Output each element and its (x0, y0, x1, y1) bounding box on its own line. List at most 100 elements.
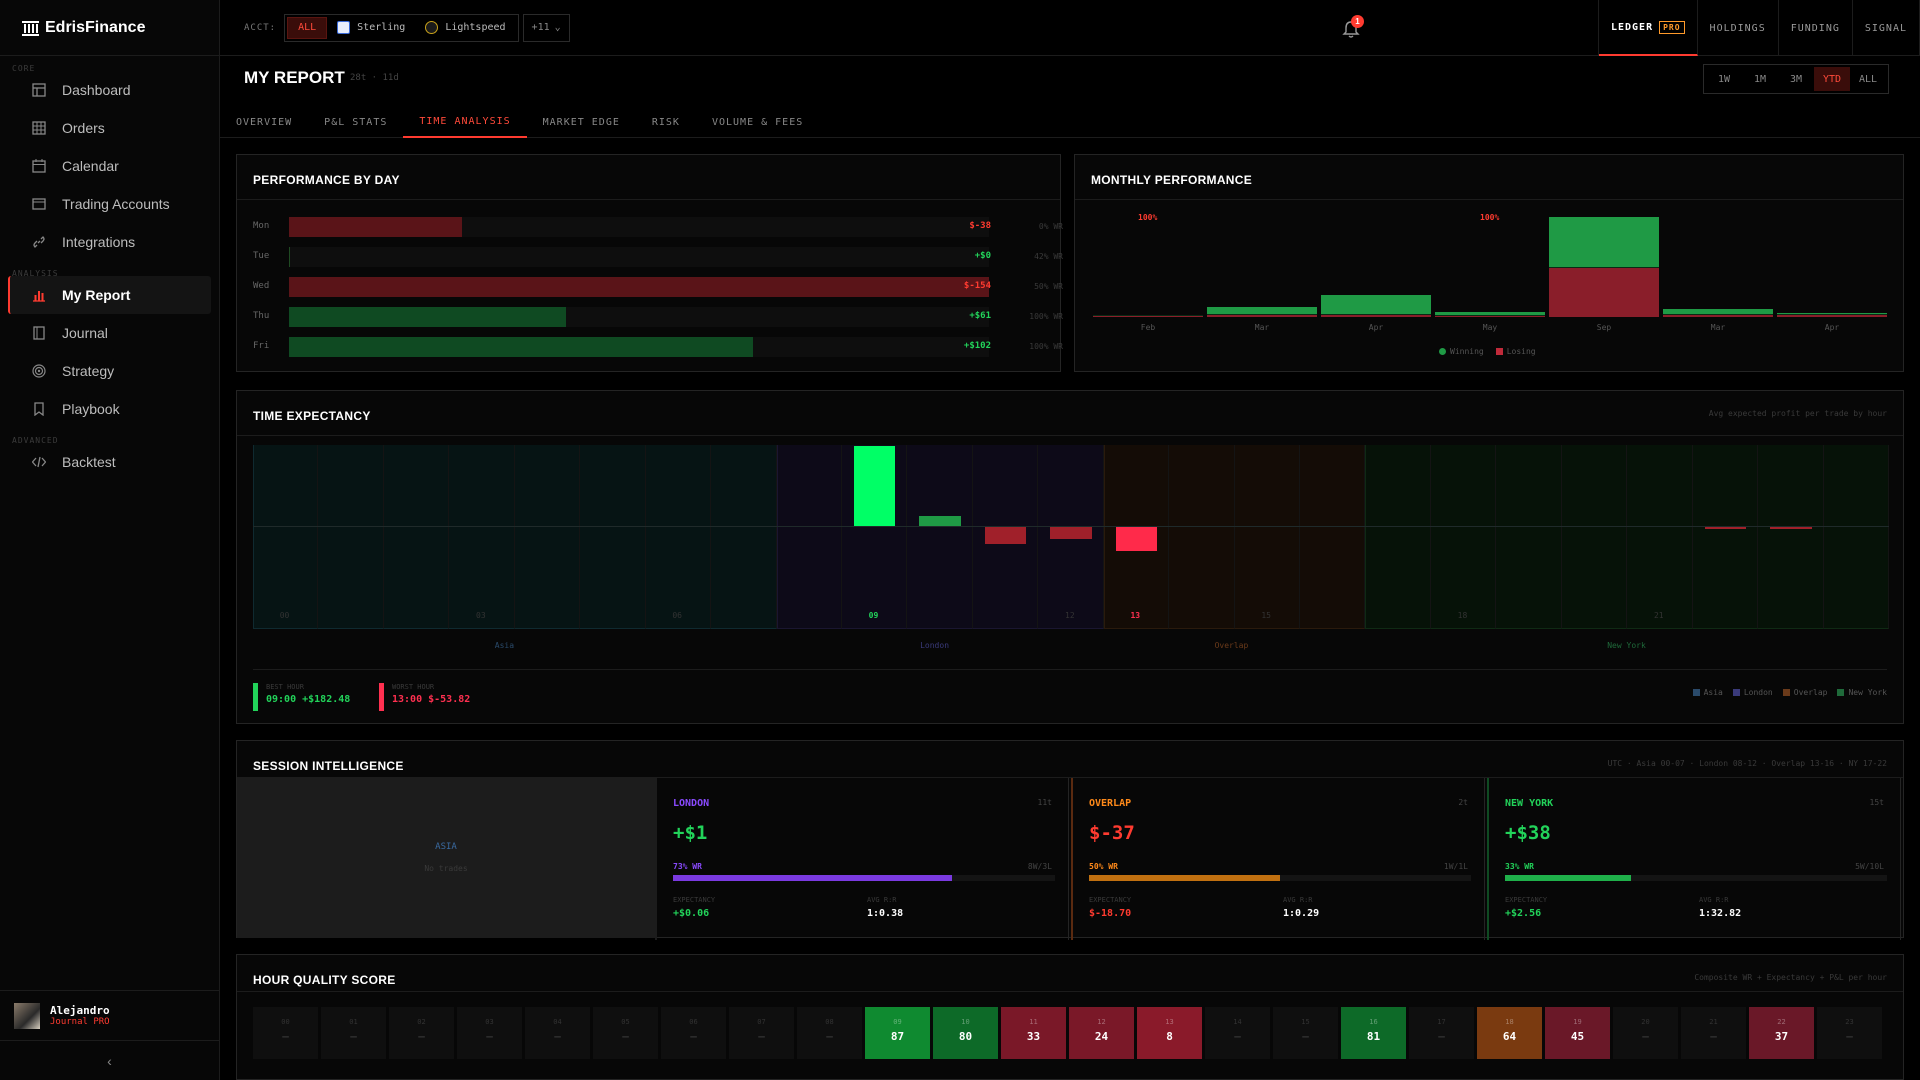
session-card-new-york[interactable]: NEW YORK 15t +$38 33% WR 5W/10L EXPECTANCY AVG… (1487, 778, 1901, 940)
day-label: Tue (253, 251, 270, 261)
hour-quality-cell[interactable]: 20 — (1613, 1007, 1678, 1059)
hour-quality-score: 80 (958, 1030, 973, 1043)
hour-quality-cell[interactable]: 16 81 (1341, 1007, 1406, 1059)
session-win-loss: 8W/3L (1027, 862, 1052, 871)
hour-column (1561, 445, 1628, 629)
month-label: May (1482, 323, 1498, 332)
tab-risk[interactable]: RISK (636, 106, 696, 138)
bookmark-icon (34, 402, 44, 416)
sidebar-item-dashboard[interactable]: Dashboard (8, 71, 211, 109)
hour-quality-cell[interactable]: 10 80 (933, 1007, 998, 1059)
hour-quality-cell[interactable]: 04 — (525, 1007, 590, 1059)
sidebar-item-trading-accounts[interactable]: Trading Accounts (8, 185, 211, 223)
day-label: Wed (253, 281, 270, 291)
hour-quality-hour: 09 (893, 1018, 902, 1026)
hour-quality-cell[interactable]: 18 64 (1477, 1007, 1542, 1059)
hour-quality-score: — (758, 1030, 765, 1043)
tab-market-edge[interactable]: MARKET EDGE (527, 106, 636, 138)
account-chip-lightspeed[interactable]: Lightspeed (415, 17, 515, 39)
brand[interactable]: EdrisFinance (0, 0, 219, 56)
sidebar-item-label: Trading Accounts (62, 196, 170, 212)
sidebar-nav: CORE Dashboard Orders Calendar Trading Accou… (0, 56, 219, 481)
topnav-funding[interactable]: FUNDING (1779, 0, 1853, 56)
hour-quality-cell[interactable]: 22 37 (1749, 1007, 1814, 1059)
month-label: Sep (1596, 323, 1612, 332)
session-winrate-bar (673, 875, 1055, 881)
tab-overview[interactable]: OVERVIEW (220, 106, 308, 138)
panel-title: TIME EXPECTANCY (253, 409, 371, 423)
account-chip-all[interactable]: ALL (287, 16, 328, 39)
hour-quality-cell[interactable]: 17 — (1409, 1007, 1474, 1059)
month-label: Mar (1254, 323, 1270, 332)
hour-quality-cell[interactable]: 19 45 (1545, 1007, 1610, 1059)
sidebar-item-my-report[interactable]: My Report (8, 276, 211, 314)
hour-quality-cell[interactable]: 12 24 (1069, 1007, 1134, 1059)
sidebar-item-calendar[interactable]: Calendar (8, 147, 211, 185)
hour-quality-hour: 21 (1709, 1018, 1718, 1026)
account-selector: ALL Sterling Lightspeed (284, 13, 519, 42)
hour-quality-cell[interactable]: 03 — (457, 1007, 522, 1059)
hour-quality-cell[interactable]: 15 — (1273, 1007, 1338, 1059)
sidebar-item-integrations[interactable]: Integrations (8, 223, 211, 261)
hour-quality-cell[interactable]: 00 — (253, 1007, 318, 1059)
more-accounts-dropdown[interactable]: +11 ⌄ (522, 13, 570, 42)
hour-quality-cell[interactable]: 14 — (1205, 1007, 1270, 1059)
hour-quality-hour: 11 (1029, 1018, 1038, 1026)
hour-quality-cell[interactable]: 11 33 (1001, 1007, 1066, 1059)
code-icon (32, 456, 46, 468)
hour-bar (984, 527, 1027, 544)
range-1m[interactable]: 1M (1742, 67, 1778, 91)
hour-quality-cell[interactable]: 01 — (321, 1007, 386, 1059)
day-track (289, 217, 989, 237)
panel-subtitle: Avg expected profit per trade by hour (1708, 409, 1887, 418)
hour-quality-cell[interactable]: 09 87 (865, 1007, 930, 1059)
range-3m[interactable]: 3M (1778, 67, 1814, 91)
session-legend: Asia London Overlap New York (1692, 688, 1887, 697)
day-bar (289, 277, 989, 297)
account-chip-sterling[interactable]: Sterling (327, 17, 415, 39)
hour-quality-cell[interactable]: 02 — (389, 1007, 454, 1059)
worst-hour-label: WORST HOUR (392, 683, 435, 691)
sidebar-item-label: My Report (62, 287, 131, 303)
user-profile[interactable]: Alejandro Journal PRO (0, 990, 219, 1040)
hour-quality-cell[interactable]: 06 — (661, 1007, 726, 1059)
session-card-asia[interactable]: ASIA No trades (237, 778, 655, 938)
hour-quality-cell[interactable]: 21 — (1681, 1007, 1746, 1059)
tab-p-l-stats[interactable]: P&L STATS (308, 106, 403, 138)
sidebar-item-backtest[interactable]: Backtest (8, 443, 211, 481)
sidebar-item-orders[interactable]: Orders (8, 109, 211, 147)
hour-column (514, 445, 581, 629)
worst-hour: WORST HOUR 13:00 $-53.82 (379, 683, 470, 711)
hour-quality-cell[interactable]: 08 — (797, 1007, 862, 1059)
hour-quality-cell[interactable]: 07 — (729, 1007, 794, 1059)
session-card-london[interactable]: LONDON 11t +$1 73% WR 8W/3L EXPECTANCY AVG R:R… (655, 778, 1069, 940)
day-winrate: 100% WR (1029, 342, 1063, 351)
account-chip-label: Lightspeed (445, 22, 506, 33)
hour-quality-cell[interactable]: 05 — (593, 1007, 658, 1059)
sidebar-item-strategy[interactable]: Strategy (8, 352, 211, 390)
range-1w[interactable]: 1W (1706, 67, 1742, 91)
session-card-overlap[interactable]: OVERLAP 2t $-37 50% WR 1W/1L EXPECTANCY AVG R:… (1071, 778, 1485, 940)
time-expectancy-panel: TIME EXPECTANCY Avg expected profit per … (236, 390, 1904, 724)
range-ytd[interactable]: YTD (1814, 67, 1850, 91)
hour-quality-score: 64 (1502, 1030, 1517, 1043)
sidebar-item-journal[interactable]: Journal (8, 314, 211, 352)
monthly-legend: Winning Losing (1439, 347, 1536, 356)
month-win-bar (1435, 311, 1545, 316)
hour-quality-cell[interactable]: 23 — (1817, 1007, 1882, 1059)
legend-item: Losing (1506, 347, 1536, 356)
collapse-sidebar-button[interactable]: ‹ (0, 1040, 219, 1080)
topnav-ledger[interactable]: LEDGER PRO (1598, 0, 1698, 56)
month-win-bar (1777, 312, 1887, 315)
sidebar-item-label: Playbook (62, 401, 120, 417)
tab-time-analysis[interactable]: TIME ANALYSIS (403, 106, 527, 138)
topnav-signal[interactable]: SIGNAL (1853, 0, 1920, 56)
tab-volume-fees[interactable]: VOLUME & FEES (696, 106, 819, 138)
hour-quality-score: — (282, 1030, 289, 1043)
hour-quality-cell[interactable]: 13 8 (1137, 1007, 1202, 1059)
range-all[interactable]: ALL (1850, 67, 1886, 91)
chevron-left-icon: ‹ (107, 1052, 112, 1069)
topnav-holdings[interactable]: HOLDINGS (1698, 0, 1779, 56)
sidebar-item-playbook[interactable]: Playbook (8, 390, 211, 428)
month-top-label: 100% (1480, 213, 1500, 222)
